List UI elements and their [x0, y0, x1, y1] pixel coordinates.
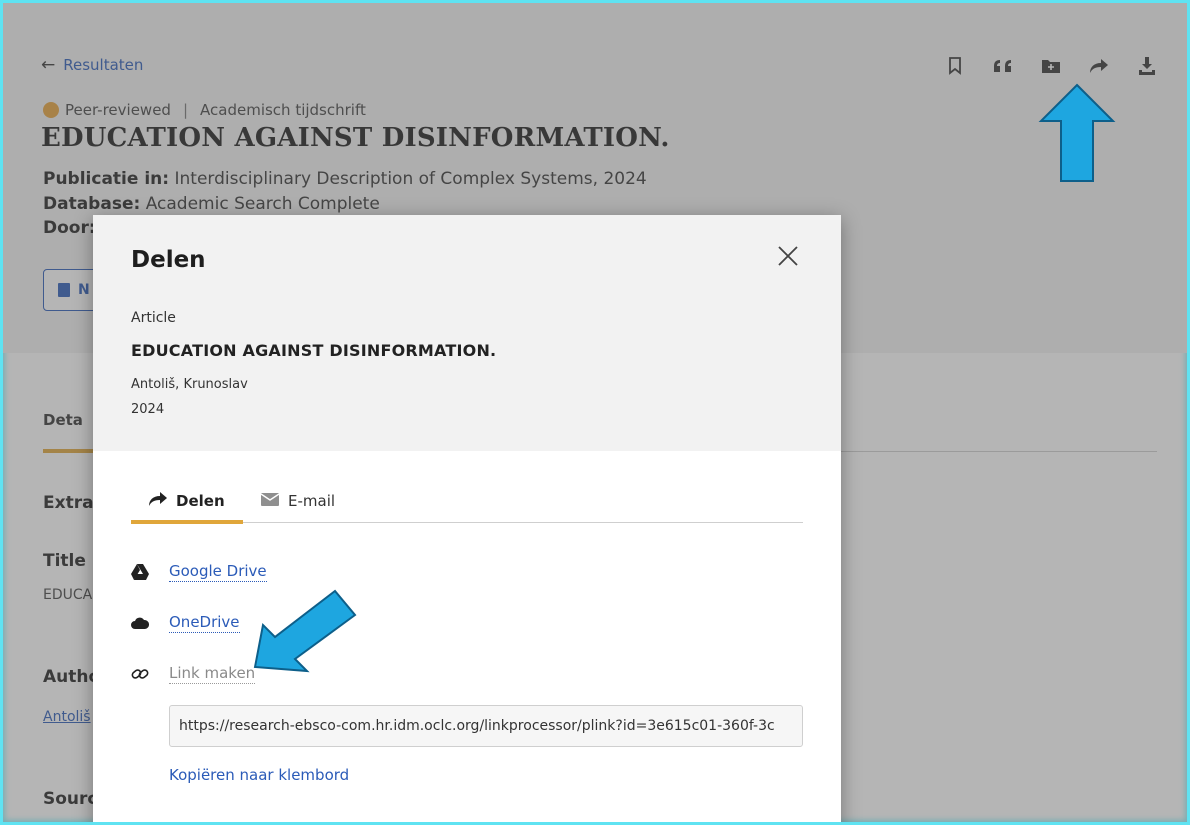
- share-onedrive[interactable]: OneDrive: [131, 613, 240, 633]
- record-author: Antoliš, Krunoslav: [131, 377, 248, 392]
- envelope-icon: [260, 492, 280, 510]
- active-tab-indicator: [131, 520, 243, 524]
- google-drive-link[interactable]: Google Drive: [169, 562, 267, 582]
- tab-share-label: Delen: [176, 492, 225, 510]
- share-create-link[interactable]: Link maken: [131, 664, 256, 684]
- screenshot-frame: ← Resultaten Peer-reviewed | Academisch …: [0, 0, 1190, 825]
- tab-email-label: E-mail: [288, 492, 336, 510]
- share-icon: [149, 492, 167, 510]
- share-tabs: Delen E-mail: [131, 479, 803, 524]
- link-icon: [131, 665, 149, 683]
- onedrive-link[interactable]: OneDrive: [169, 613, 240, 633]
- record-type: Article: [131, 310, 176, 326]
- tab-share[interactable]: Delen: [149, 479, 225, 523]
- share-dialog-title: Delen: [131, 247, 206, 273]
- annotation-arrow-up-icon: [1038, 83, 1116, 182]
- tab-email[interactable]: E-mail: [260, 479, 336, 523]
- cloud-icon: [131, 614, 149, 632]
- share-google-drive[interactable]: Google Drive: [131, 562, 267, 582]
- google-drive-icon: [131, 563, 149, 581]
- copy-to-clipboard-link[interactable]: Kopiëren naar klembord: [169, 766, 349, 784]
- permalink-field[interactable]: https://research-ebsco-com.hr.idm.oclc.o…: [169, 705, 803, 747]
- share-dialog: Delen Article EDUCATION AGAINST DISINFOR…: [93, 215, 841, 822]
- annotation-arrow-diagonal-icon: [253, 589, 357, 673]
- close-icon[interactable]: [777, 245, 801, 269]
- create-link-label[interactable]: Link maken: [169, 664, 256, 684]
- record-title: EDUCATION AGAINST DISINFORMATION.: [131, 341, 497, 360]
- record-year: 2024: [131, 402, 165, 417]
